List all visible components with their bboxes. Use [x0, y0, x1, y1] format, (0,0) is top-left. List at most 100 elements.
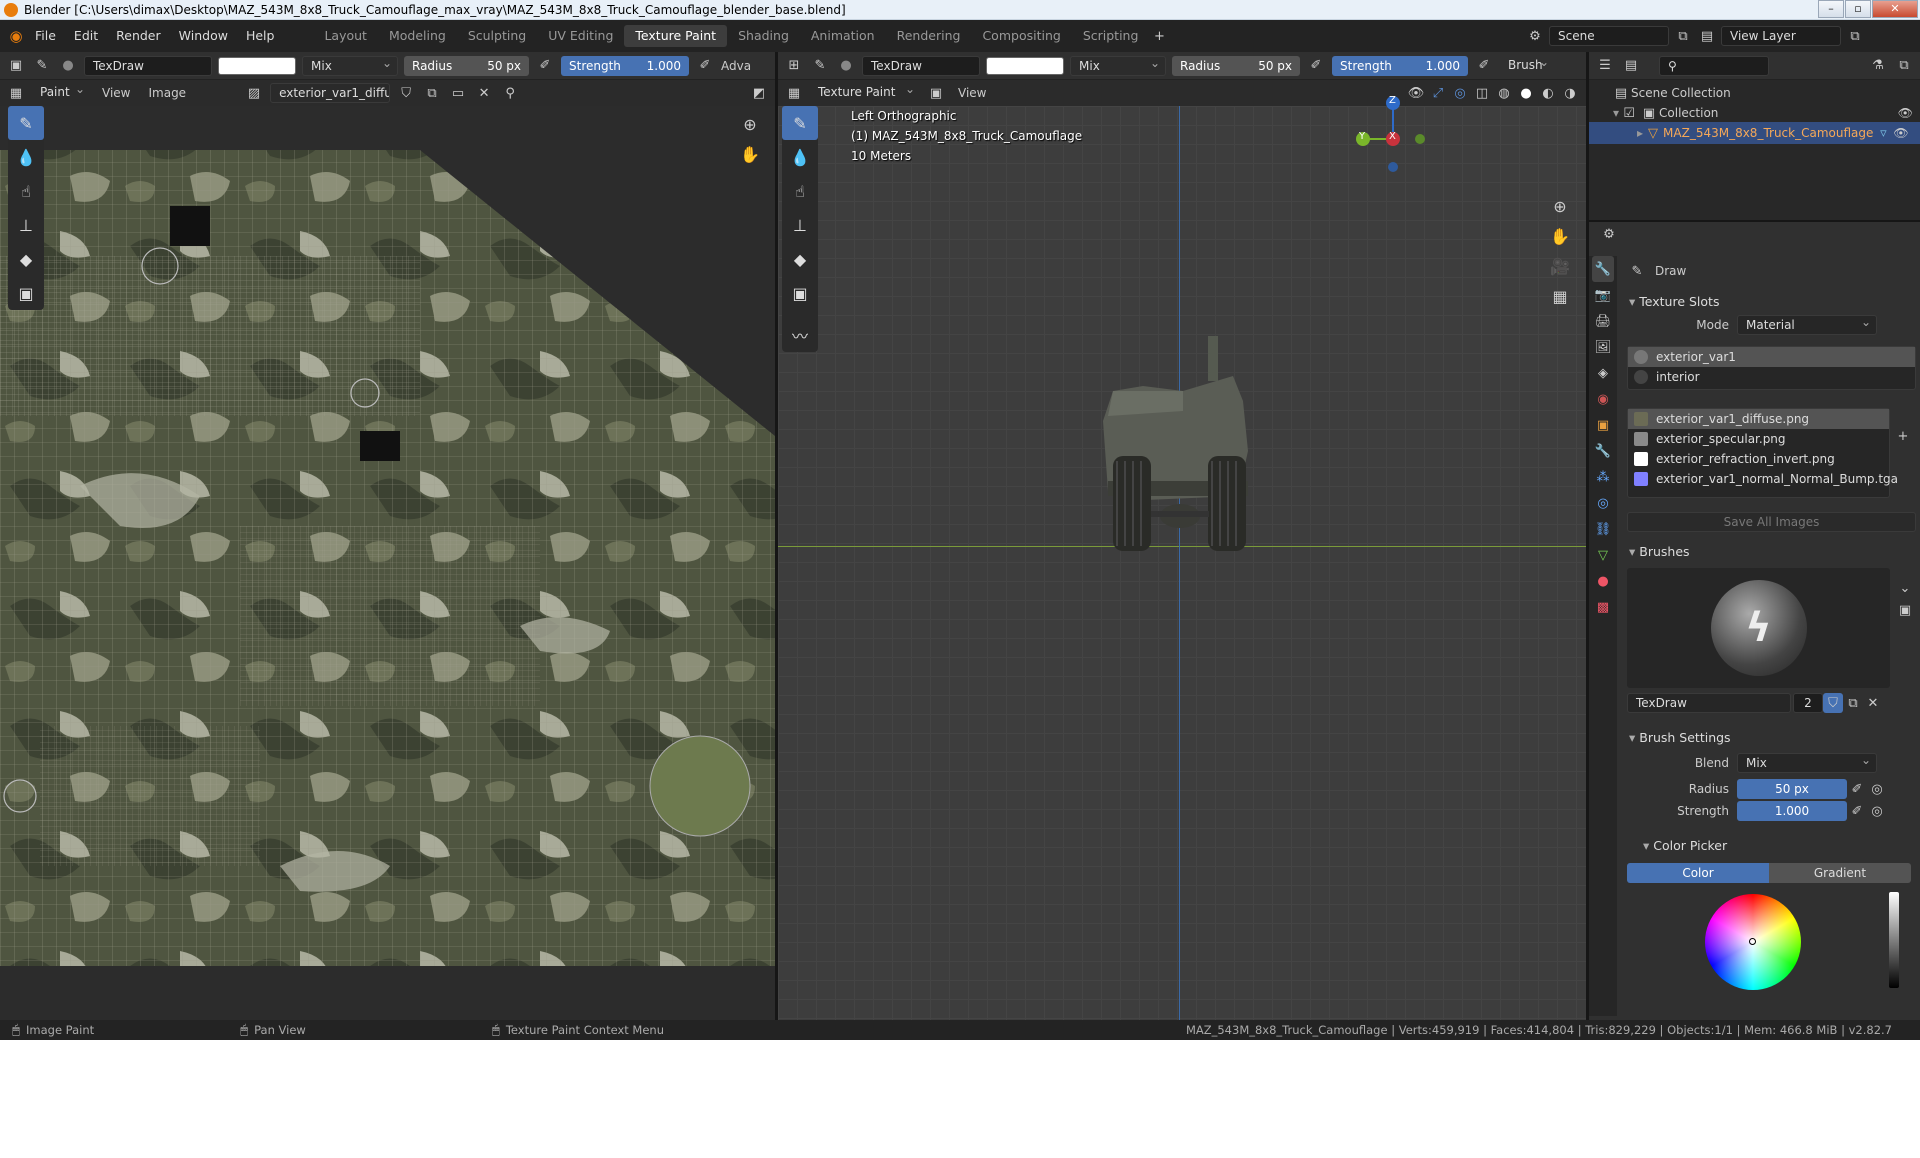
filter-icon[interactable]: ⚗ [1868, 56, 1888, 76]
brush-settings-panel-title[interactable]: Brush Settings [1619, 726, 1918, 750]
scene-field[interactable]: Scene [1549, 26, 1669, 46]
fake-user-icon[interactable]: ⛉ [396, 83, 416, 103]
viewport-strength-pressure-icon[interactable]: ✐ [1474, 56, 1494, 76]
scene-tab-icon[interactable]: ◈ [1592, 360, 1614, 386]
new-view-layer-icon[interactable]: ⧉ [1845, 26, 1865, 46]
tab-sculpting[interactable]: Sculpting [457, 25, 537, 47]
viewport-view-menu[interactable]: View [952, 86, 992, 100]
menu-window[interactable]: Window [170, 20, 237, 52]
brush-fake-user-icon[interactable]: ⛉ [1823, 693, 1843, 713]
radius-slider[interactable]: Radius 50 px [404, 55, 529, 76]
viewport-blend-select[interactable]: Mix [1070, 54, 1166, 76]
props-radius-slider[interactable]: 50 px [1737, 779, 1847, 799]
pin-icon[interactable]: ⚲ [500, 83, 520, 103]
minimize-button[interactable]: – [1818, 0, 1844, 18]
texture-tab-icon[interactable]: ▩ [1592, 594, 1614, 620]
viewport-brush-icon[interactable]: ✎ [810, 56, 830, 76]
material-tab-icon[interactable]: ● [1592, 568, 1614, 594]
tab-texture-paint[interactable]: Texture Paint [624, 25, 728, 47]
radius-pressure-icon[interactable]: ✐ [535, 56, 555, 76]
zoom-icon[interactable]: ⊕ [740, 114, 760, 134]
strength-slider[interactable]: Strength 1.000 [561, 55, 689, 76]
close-window-button[interactable]: ✕ [1872, 0, 1918, 18]
menu-help[interactable]: Help [237, 20, 284, 52]
image-name-field[interactable]: exterior_var1_diffus... [270, 83, 391, 103]
image-menu[interactable]: Image [142, 86, 192, 100]
object-visibility-icon[interactable]: 👁 [1893, 126, 1908, 140]
tab-layout[interactable]: Layout [313, 25, 378, 47]
soften-tool[interactable]: 💧 [8, 140, 44, 174]
viewport-strength-slider[interactable]: Strength 1.000 [1332, 55, 1468, 76]
image-slot-item[interactable]: exterior_var1_diffuse.png [1628, 409, 1889, 429]
tab-compositing[interactable]: Compositing [971, 25, 1071, 47]
new-scene-icon[interactable]: ⧉ [1673, 26, 1693, 46]
view-layer-icon[interactable]: ▤ [1697, 26, 1717, 46]
material-item[interactable]: exterior_var1 [1628, 347, 1915, 367]
open-image-icon[interactable]: ▭ [448, 83, 468, 103]
object-tab-icon[interactable]: ▣ [1592, 412, 1614, 438]
brushes-panel-title[interactable]: Brushes [1619, 540, 1918, 564]
brush-icon[interactable]: ✎ [32, 56, 52, 76]
render-tab-icon[interactable]: 📷 [1592, 282, 1614, 308]
scene-collection-row[interactable]: ▤ Scene Collection [1611, 82, 1731, 104]
solid-shading-icon[interactable]: ● [1516, 83, 1536, 103]
vp-smear-tool[interactable]: ☝ [782, 174, 818, 208]
add-workspace-icon[interactable]: + [1149, 26, 1169, 46]
viewport-editor-type-icon[interactable]: ⊞ [784, 56, 804, 76]
image-slot-item[interactable]: exterior_var1_normal_Normal_Bump.tga [1628, 469, 1898, 489]
image-slot-item[interactable]: exterior_specular.png [1628, 429, 1889, 449]
xray-icon[interactable]: ◫ [1472, 83, 1492, 103]
collection-checkbox[interactable]: ☑ [1619, 103, 1639, 123]
props-strength-pressure-icon[interactable]: ✐ [1847, 801, 1867, 821]
tool-tab-icon[interactable]: 🔧 [1592, 256, 1614, 282]
image-view-menu[interactable]: View [96, 86, 136, 100]
blend-select[interactable]: Mix [302, 54, 398, 76]
brush-users-count[interactable]: 2 [1793, 693, 1823, 713]
image-slot-item[interactable]: exterior_refraction_invert.png [1628, 449, 1889, 469]
props-strength-slider[interactable]: 1.000 [1737, 801, 1847, 821]
view-layer-field[interactable]: View Layer [1721, 26, 1841, 46]
3d-viewport[interactable]: Left Orthographic (1) MAZ_543M_8x8_Truck… [778, 95, 1586, 1021]
menu-file[interactable]: File [26, 20, 65, 52]
brush-unlink-icon[interactable]: ✕ [1863, 693, 1883, 713]
image-browse-icon[interactable]: ▨ [244, 83, 264, 103]
brush-datablock-field[interactable]: TexDraw [1627, 693, 1791, 713]
output-tab-icon[interactable]: 🖨 [1592, 308, 1614, 334]
brush-menu[interactable]: Brush [1500, 53, 1554, 76]
props-strength-unit-icon[interactable]: ◎ [1867, 801, 1887, 821]
properties-editor-icon[interactable]: ⚙ [1599, 224, 1619, 244]
overlay-toggle-icon[interactable]: ◎ [1450, 83, 1470, 103]
advanced-menu[interactable]: Adva [721, 59, 751, 73]
viewport-radius-pressure-icon[interactable]: ✐ [1306, 56, 1326, 76]
annotate-tool[interactable]: 〰 [782, 318, 818, 352]
data-tab-icon[interactable]: ▽ [1592, 542, 1614, 568]
outliner-editor-icon[interactable]: ☰ [1595, 56, 1615, 76]
viewport-mode-select[interactable]: Texture Paint [810, 80, 920, 103]
tab-rendering[interactable]: Rendering [886, 25, 972, 47]
smear-tool[interactable]: ☝ [8, 174, 44, 208]
vp-clone-tool[interactable]: ⊥ [782, 208, 818, 242]
modifier-tab-icon[interactable]: 🔧 [1592, 438, 1614, 464]
display-channels-icon[interactable]: ◩ [749, 83, 769, 103]
mask-tool[interactable]: ▣ [8, 276, 44, 310]
value-slider[interactable] [1889, 892, 1899, 988]
new-collection-icon[interactable]: ⧉ [1894, 56, 1914, 76]
navigation-gizmo[interactable]: Z Y X [1348, 92, 1438, 182]
color-wheel-cursor[interactable] [1749, 938, 1756, 945]
draw-tool[interactable]: ✎ [8, 106, 44, 140]
menu-render[interactable]: Render [107, 20, 170, 52]
collection-row[interactable]: ▾ ☑ ▣ Collection 👁 [1613, 102, 1913, 124]
material-shading-icon[interactable]: ◐ [1538, 83, 1558, 103]
material-item[interactable]: interior [1628, 367, 1915, 387]
physics-tab-icon[interactable]: ◎ [1592, 490, 1614, 516]
editor-type-icon[interactable]: ▣ [6, 56, 26, 76]
perspective-toggle-icon[interactable]: ▦ [1550, 286, 1570, 306]
viewport-pan-icon[interactable]: ✋ [1550, 226, 1570, 246]
display-mode-icon[interactable]: ▤ [1621, 56, 1641, 76]
fill-tool[interactable]: ◆ [8, 242, 44, 276]
wireframe-shading-icon[interactable]: ◍ [1494, 83, 1514, 103]
viewport-color-swatch[interactable] [986, 56, 1064, 75]
object-row[interactable]: ▸ ▽ MAZ_543M_8x8_Truck_Camouflage ▿ 👁 [1589, 122, 1920, 144]
collection-visibility-icon[interactable]: 👁 [1898, 106, 1913, 120]
blender-menu-icon[interactable]: ◉ [6, 26, 26, 46]
